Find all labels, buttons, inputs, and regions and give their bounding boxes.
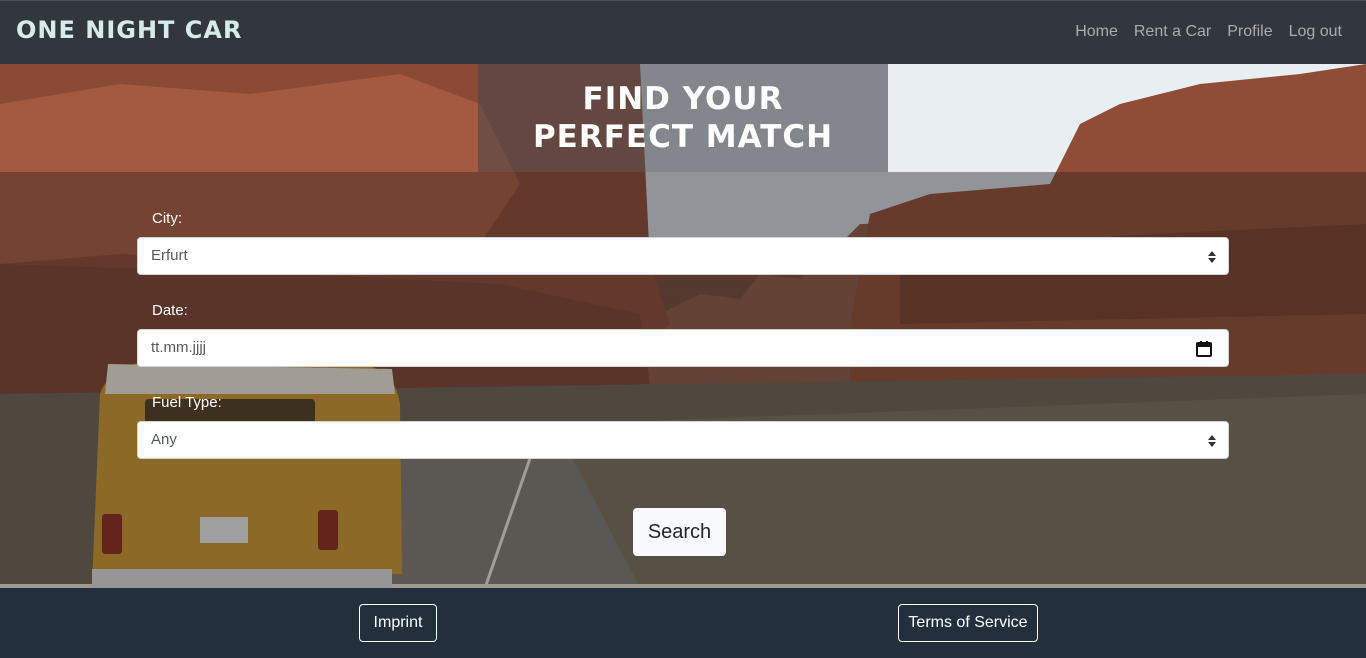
city-select[interactable]: Erfurt	[137, 237, 1229, 275]
nav-home[interactable]: Home	[1075, 23, 1118, 41]
hero-section: Find your perfect match City: Erfurt Dat…	[0, 64, 1366, 588]
navbar: One Night Car Home Rent a Car Profile Lo…	[0, 0, 1366, 64]
terms-of-service-button[interactable]: Terms of Service	[898, 604, 1038, 642]
fuel-type-label: Fuel Type:	[152, 394, 222, 411]
nav-links: Home Rent a Car Profile Log out	[1075, 23, 1342, 41]
select-caret-icon	[1208, 251, 1216, 263]
nav-log-out[interactable]: Log out	[1289, 23, 1342, 41]
hero-title: Find your perfect match	[532, 81, 834, 155]
fuel-type-select-value: Any	[151, 431, 177, 448]
date-input-placeholder: tt.mm.jjjj	[151, 339, 206, 356]
nav-rent-a-car[interactable]: Rent a Car	[1134, 23, 1211, 41]
search-button[interactable]: Search	[633, 508, 726, 556]
brand-logo[interactable]: One Night Car	[16, 16, 242, 44]
hero-title-box: Find your perfect match	[478, 64, 888, 172]
imprint-button[interactable]: Imprint	[359, 604, 437, 642]
select-caret-icon	[1208, 435, 1216, 447]
fuel-type-select[interactable]: Any	[137, 421, 1229, 459]
date-input[interactable]: tt.mm.jjjj	[137, 329, 1229, 367]
city-label: City:	[152, 210, 182, 227]
calendar-icon[interactable]	[1196, 341, 1212, 357]
nav-profile[interactable]: Profile	[1227, 23, 1272, 41]
city-select-value: Erfurt	[151, 247, 188, 264]
footer: Imprint Terms of Service	[0, 588, 1366, 658]
date-label: Date:	[152, 302, 188, 319]
